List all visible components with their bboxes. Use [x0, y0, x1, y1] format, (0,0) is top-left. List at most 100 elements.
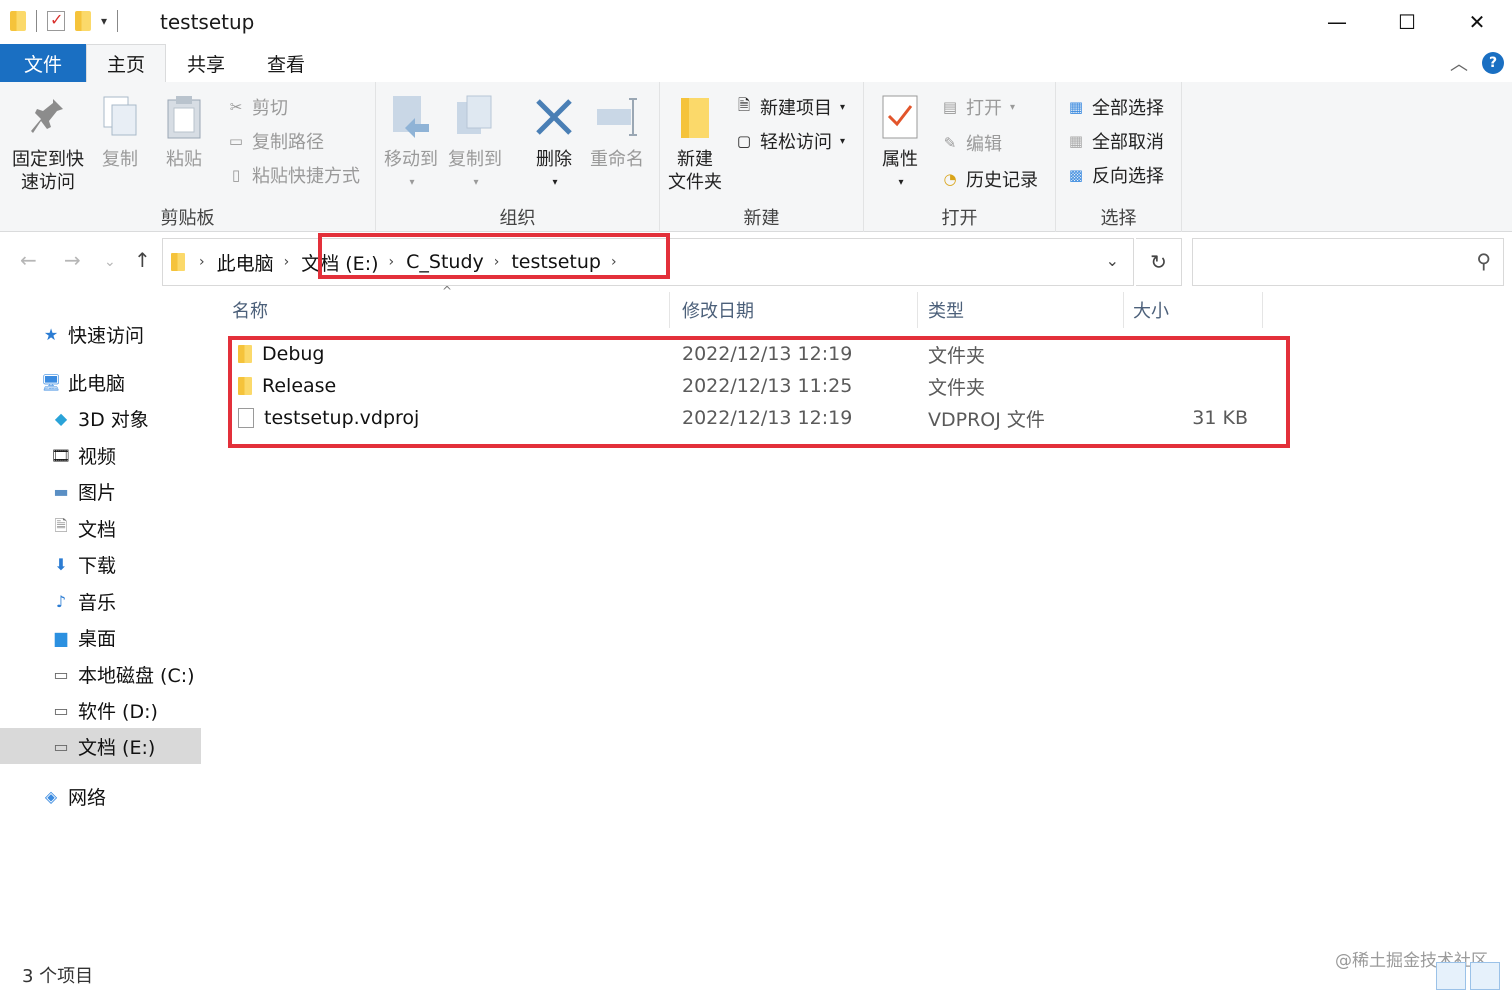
tab-view[interactable]: 查看 — [246, 44, 326, 82]
new-group-label: 新建 — [743, 208, 780, 229]
large-icons-view-icon[interactable] — [1470, 962, 1500, 990]
invert-selection-button[interactable]: ▩ 反向选择 — [1066, 162, 1164, 188]
copy-to-button[interactable]: 复制到 ▾ — [448, 92, 502, 194]
new-folder-button[interactable]: 新建 文件夹 — [668, 92, 722, 194]
title-bar: ▾ testsetup — ☐ ✕ — [0, 0, 1512, 44]
nav-label: 网络 — [68, 786, 107, 809]
chevron-right-icon[interactable]: › — [284, 254, 290, 270]
new-folder-icon — [673, 92, 717, 142]
ribbon-tabs: 文件 主页 共享 查看 — [0, 44, 1512, 82]
search-input[interactable] — [1193, 239, 1453, 283]
nav-music[interactable]: ♪ 音乐 — [0, 583, 201, 619]
path-highlight-box — [318, 233, 670, 279]
tab-file[interactable]: 文件 — [0, 44, 86, 82]
copy-label: 复制 — [102, 149, 138, 170]
tab-share[interactable]: 共享 — [166, 44, 246, 82]
rename-button[interactable]: 重命名 — [590, 92, 644, 171]
nav-label: 软件 (D:) — [78, 700, 158, 723]
nav-videos[interactable]: 🎞 视频 — [0, 437, 201, 473]
customize-qat-icon[interactable]: ▾ — [101, 14, 107, 28]
invert-selection-label: 反向选择 — [1092, 166, 1164, 187]
new-folder-qat-icon[interactable] — [75, 11, 91, 31]
nav-drive-d[interactable]: ▭ 软件 (D:) — [0, 692, 201, 728]
nav-this-pc[interactable]: 🖥 此电脑 — [0, 364, 201, 400]
copy-button[interactable]: 复制 — [98, 92, 142, 171]
nav-label: 音乐 — [78, 591, 117, 614]
open-button[interactable]: ▤ 打开 ▾ — [940, 94, 1015, 120]
nav-drive-c[interactable]: ▭ 本地磁盘 (C:) — [0, 656, 201, 692]
nav-label: 视频 — [78, 445, 117, 468]
details-view-icon[interactable] — [1436, 962, 1466, 990]
open-group-label: 打开 — [941, 208, 978, 229]
edit-button[interactable]: ✎ 编辑 — [940, 130, 1002, 156]
nav-documents[interactable]: 🗎 文档 — [0, 510, 201, 546]
paste-shortcut-button[interactable]: ▯ 粘贴快捷方式 — [226, 162, 360, 188]
collapse-ribbon-icon[interactable]: ︿ — [1450, 50, 1468, 76]
tab-home[interactable]: 主页 — [86, 44, 166, 82]
properties-button[interactable]: 属性 ▾ — [878, 92, 922, 194]
close-button[interactable]: ✕ — [1442, 0, 1512, 44]
nav-network[interactable]: ◈ 网络 — [0, 778, 201, 814]
divider — [36, 10, 37, 32]
copy-path-button[interactable]: ▭ 复制路径 — [226, 128, 324, 154]
dropdown-caret-icon: ▾ — [840, 135, 846, 147]
nav-label: 文档 (E:) — [78, 736, 156, 759]
edit-pencil-icon: ✎ — [943, 134, 957, 152]
refresh-button[interactable]: ↻ — [1136, 238, 1182, 286]
nav-quick-access[interactable]: ★ 快速访问 — [0, 316, 201, 352]
breadcrumb-this-pc[interactable]: 此电脑 — [217, 249, 274, 276]
dropdown-caret-icon: ▾ — [473, 177, 479, 188]
maximize-button[interactable]: ☐ — [1372, 0, 1442, 44]
nav-label: 图片 — [78, 481, 117, 504]
forward-arrow-icon[interactable]: → — [64, 248, 81, 272]
view-toggle — [1436, 962, 1500, 990]
column-header-type[interactable]: 类型 — [920, 292, 1124, 328]
easy-access-button[interactable]: ▢ 轻松访问 ▾ — [734, 128, 845, 154]
nav-3d-objects[interactable]: ◆ 3D 对象 — [0, 400, 201, 436]
history-button[interactable]: ◔ 历史记录 — [940, 166, 1038, 192]
search-box[interactable]: ⚲ — [1192, 238, 1504, 286]
pin-quick-access-button[interactable]: 固定到快 速访问 — [12, 92, 84, 194]
new-item-button[interactable]: 🗎 新建项目 ▾ — [734, 94, 845, 120]
new-item-label: 新建项目 — [760, 98, 832, 119]
properties-qat-icon[interactable] — [47, 10, 65, 31]
copy-path-label: 复制路径 — [252, 132, 324, 153]
pin-icon — [26, 92, 70, 142]
delete-button[interactable]: 删除 ▾ — [532, 92, 576, 194]
dropdown-caret-icon: ▾ — [840, 101, 846, 113]
folder-icon — [10, 11, 26, 31]
nav-pictures[interactable]: ▬ 图片 — [0, 473, 201, 509]
history-icon: ◔ — [943, 170, 957, 188]
computer-icon: 🖥 — [40, 372, 62, 392]
back-arrow-icon[interactable]: ← — [20, 248, 37, 272]
help-icon[interactable]: ? — [1482, 52, 1504, 74]
up-arrow-icon[interactable]: ↑ — [134, 248, 151, 272]
divider — [117, 10, 119, 32]
paste-shortcut-icon: ▯ — [231, 166, 241, 184]
nav-drive-e[interactable]: ▭ 文档 (E:) — [0, 728, 201, 764]
cut-label: 剪切 — [252, 98, 288, 119]
chevron-right-icon[interactable]: › — [199, 254, 205, 270]
files-highlight-box — [228, 336, 1290, 448]
nav-downloads[interactable]: ⬇ 下载 — [0, 546, 201, 582]
nav-desktop[interactable]: ▆ 桌面 — [0, 619, 201, 655]
nav-label: 快速访问 — [68, 324, 145, 347]
paste-shortcut-label: 粘贴快捷方式 — [252, 166, 360, 187]
open-group: 属性 ▾ ▤ 打开 ▾ ✎ 编辑 ◔ 历史记录 打开 — [864, 82, 1056, 232]
column-header-size[interactable]: 大小 — [1125, 292, 1263, 328]
window-title: testsetup — [160, 10, 255, 34]
chevron-down-icon[interactable]: ⌄ — [1106, 251, 1119, 270]
move-to-button[interactable]: 移动到 ▾ — [384, 92, 438, 194]
select-none-button[interactable]: ▦ 全部取消 — [1066, 128, 1164, 154]
film-icon: 🎞 — [50, 445, 72, 465]
column-header-date[interactable]: 修改日期 — [674, 292, 918, 328]
select-all-button[interactable]: ▦ 全部选择 — [1066, 94, 1164, 120]
paste-button[interactable]: 粘贴 — [162, 92, 206, 171]
search-icon[interactable]: ⚲ — [1476, 249, 1491, 273]
move-to-label: 移动到 — [384, 149, 438, 170]
nav-label: 此电脑 — [68, 372, 126, 395]
column-header-name[interactable]: 名称 — [224, 292, 670, 328]
recent-locations-icon[interactable]: ⌄ — [104, 254, 116, 270]
minimize-button[interactable]: — — [1302, 0, 1372, 44]
cut-button[interactable]: ✂ 剪切 — [226, 94, 288, 120]
